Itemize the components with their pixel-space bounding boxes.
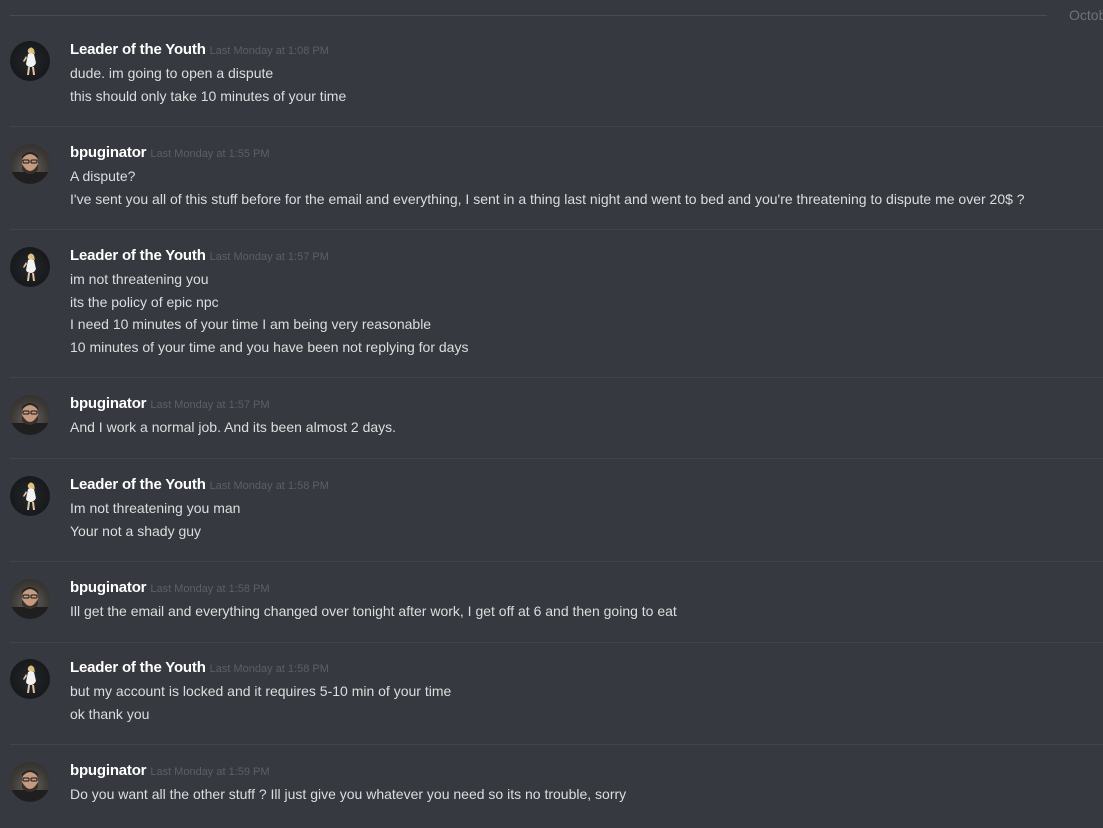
bpuginator-avatar[interactable]	[10, 395, 50, 435]
message-group: bpuginator Last Monday at 1:58 PM Ill get…	[10, 579, 1103, 643]
message-header: Leader of the Youth Last Monday at 1:58 P…	[70, 476, 329, 494]
message-text: im not threatening you	[70, 271, 209, 287]
message-group: Leader of the Youth Last Monday at 1:57 P…	[10, 247, 1103, 378]
leader-avatar[interactable]	[10, 41, 50, 81]
divider-line	[10, 15, 1047, 16]
bpuginator-avatar[interactable]	[10, 144, 50, 184]
message-header: bpuginator Last Monday at 1:55 PM	[70, 144, 270, 162]
author-name[interactable]: Leader of the Youth	[70, 659, 206, 676]
message-body: im not threatening you its the policy of…	[70, 268, 468, 358]
message-text: Your not a shady guy	[70, 522, 202, 539]
message-text: Do you want all the other stuff ? Ill ju…	[70, 786, 627, 802]
message-timestamp: Last Monday at 1:55 PM	[150, 148, 270, 160]
message-text: this should only take 10 minutes of your…	[70, 87, 347, 104]
message-body: Im not threatening you man Your not a sh…	[70, 497, 240, 542]
message-text: ok thank you	[70, 705, 150, 722]
message-timestamp: Last Monday at 1:58 PM	[209, 480, 329, 492]
author-name[interactable]: bpuginator	[70, 762, 147, 779]
message-header: Leader of the Youth Last Monday at 1:08 P…	[70, 41, 329, 59]
date-divider: Octobe	[10, 0, 1103, 30]
message-group: Leader of the Youth Last Monday at 1:58 P…	[10, 476, 1103, 562]
message-text: but my account is locked and it requires…	[70, 683, 452, 699]
message-text: 10 minutes of your time and you have bee…	[70, 338, 469, 355]
message-separator	[10, 229, 1103, 230]
author-name[interactable]: bpuginator	[70, 395, 147, 412]
author-name[interactable]: Leader of the Youth	[70, 476, 206, 493]
message-body: but my account is locked and it requires…	[70, 680, 451, 725]
message-group: bpuginator Last Monday at 1:57 PM And I w…	[10, 395, 1103, 459]
message-header: bpuginator Last Monday at 1:57 PM	[70, 395, 270, 413]
message-separator	[10, 377, 1103, 378]
message-body: Ill get the email and everything changed…	[70, 600, 677, 623]
message-timestamp: Last Monday at 1:59 PM	[150, 766, 270, 778]
message-timestamp: Last Monday at 1:08 PM	[209, 45, 329, 57]
leader-avatar[interactable]	[10, 476, 50, 516]
leader-avatar[interactable]	[10, 659, 50, 699]
message-text: dude. im going to open a dispute	[70, 65, 274, 81]
author-name[interactable]: Leader of the Youth	[70, 41, 206, 58]
message-timestamp: Last Monday at 1:57 PM	[150, 399, 270, 411]
message-text: And I work a normal job. And its been al…	[70, 419, 397, 435]
message-group: bpuginator Last Monday at 1:55 PM A dispu…	[10, 144, 1103, 230]
message-separator	[10, 744, 1103, 745]
author-name[interactable]: bpuginator	[70, 579, 147, 596]
message-body: And I work a normal job. And its been al…	[70, 416, 396, 439]
message-separator	[10, 458, 1103, 459]
message-body: A dispute? I've sent you all of this stu…	[70, 165, 1025, 210]
message-group: Leader of the Youth Last Monday at 1:58 P…	[10, 659, 1103, 745]
author-name[interactable]: Leader of the Youth	[70, 247, 206, 264]
message-header: Leader of the Youth Last Monday at 1:58 P…	[70, 659, 329, 677]
chat-messages: Octobe Leader of the YouthLast Monday at…	[0, 0, 1103, 828]
leader-avatar[interactable]	[10, 247, 50, 287]
message-text: I need 10 minutes of your time I am bein…	[70, 316, 432, 332]
message-text: A dispute?	[70, 168, 136, 184]
bpuginator-avatar[interactable]	[10, 579, 50, 619]
message-separator	[10, 126, 1103, 127]
message-text: Im not threatening you man	[70, 500, 241, 516]
message-group: Leader of the Youth Last Monday at 1:08 P…	[10, 41, 1103, 127]
message-body: dude. im going to open a dispute this sh…	[70, 62, 346, 107]
message-separator	[10, 642, 1103, 643]
message-header: Leader of the Youth Last Monday at 1:57 P…	[70, 247, 329, 265]
message-separator	[10, 561, 1103, 562]
message-text: its the policy of epic npc	[70, 293, 219, 310]
message-text: Ill get the email and everything changed…	[70, 603, 677, 619]
message-timestamp: Last Monday at 1:57 PM	[209, 251, 329, 263]
author-name[interactable]: bpuginator	[70, 144, 147, 161]
message-body: Do you want all the other stuff ? Ill ju…	[70, 783, 626, 806]
message-timestamp: Last Monday at 1:58 PM	[209, 663, 329, 675]
message-header: bpuginator Last Monday at 1:59 PM	[70, 762, 270, 780]
message-group: bpuginator Last Monday at 1:59 PM Do you …	[10, 762, 1103, 828]
date-divider-label: Octobe	[1060, 7, 1103, 23]
bpuginator-avatar[interactable]	[10, 762, 50, 802]
message-text: I've sent you all of this stuff before f…	[70, 190, 1025, 207]
message-header: bpuginator Last Monday at 1:58 PM	[70, 579, 270, 597]
message-timestamp: Last Monday at 1:58 PM	[150, 583, 270, 595]
